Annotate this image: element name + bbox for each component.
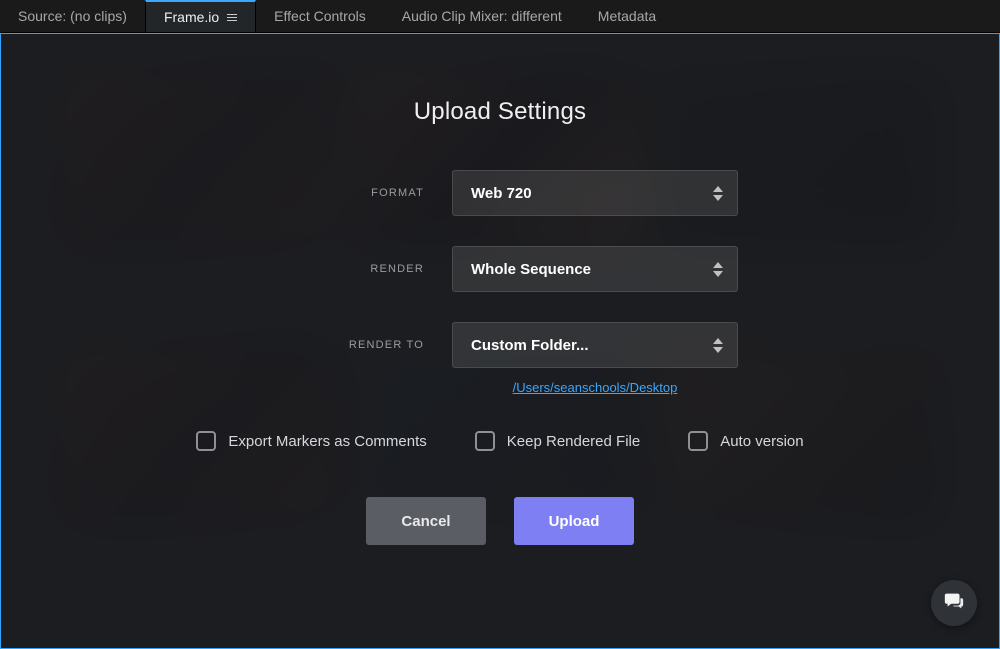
render-to-select[interactable]: Custom Folder...: [452, 322, 738, 368]
auto-version-check[interactable]: Auto version: [688, 431, 803, 451]
render-to-value: Custom Folder...: [471, 337, 589, 354]
upload-settings-modal: Upload Settings FORMAT Web 720 RENDER Wh…: [1, 34, 999, 648]
chat-icon: [943, 590, 965, 617]
tab-label: Audio Clip Mixer: different: [402, 8, 562, 24]
checkbox-icon: [196, 431, 216, 451]
tab-label: Effect Controls: [274, 8, 366, 24]
hamburger-icon[interactable]: [227, 14, 237, 21]
check-label: Export Markers as Comments: [228, 433, 426, 450]
render-path-link[interactable]: /Users/seanschools/Desktop: [513, 380, 678, 395]
tab-audio-clip-mixer[interactable]: Audio Clip Mixer: different: [384, 0, 580, 32]
stepper-icon: [713, 186, 723, 201]
check-label: Auto version: [720, 433, 803, 450]
format-value: Web 720: [471, 185, 532, 202]
tab-metadata[interactable]: Metadata: [580, 0, 674, 32]
render-label: RENDER: [262, 263, 452, 275]
format-select[interactable]: Web 720: [452, 170, 738, 216]
options-row: Export Markers as Comments Keep Rendered…: [196, 431, 803, 451]
checkbox-icon: [688, 431, 708, 451]
tab-source[interactable]: Source: (no clips): [0, 0, 145, 32]
frameio-panel: Upload Settings FORMAT Web 720 RENDER Wh…: [0, 33, 1000, 649]
stepper-icon: [713, 262, 723, 277]
export-markers-check[interactable]: Export Markers as Comments: [196, 431, 426, 451]
upload-button[interactable]: Upload: [514, 497, 634, 545]
tab-label: Frame.io: [164, 9, 219, 25]
tab-label: Source: (no clips): [18, 8, 127, 24]
tab-effect-controls[interactable]: Effect Controls: [256, 0, 384, 32]
modal-buttons: Cancel Upload: [366, 497, 634, 545]
check-label: Keep Rendered File: [507, 433, 640, 450]
stepper-icon: [713, 338, 723, 353]
render-select[interactable]: Whole Sequence: [452, 246, 738, 292]
chat-button[interactable]: [931, 580, 977, 626]
keep-rendered-check[interactable]: Keep Rendered File: [475, 431, 640, 451]
tab-label: Metadata: [598, 8, 656, 24]
tab-frameio[interactable]: Frame.io: [145, 0, 256, 32]
cancel-button[interactable]: Cancel: [366, 497, 486, 545]
checkbox-icon: [475, 431, 495, 451]
panel-tabbar: Source: (no clips) Frame.io Effect Contr…: [0, 0, 1000, 33]
modal-title: Upload Settings: [414, 98, 586, 126]
render-value: Whole Sequence: [471, 261, 591, 278]
render-to-label: RENDER TO: [262, 339, 452, 351]
format-label: FORMAT: [262, 187, 452, 199]
